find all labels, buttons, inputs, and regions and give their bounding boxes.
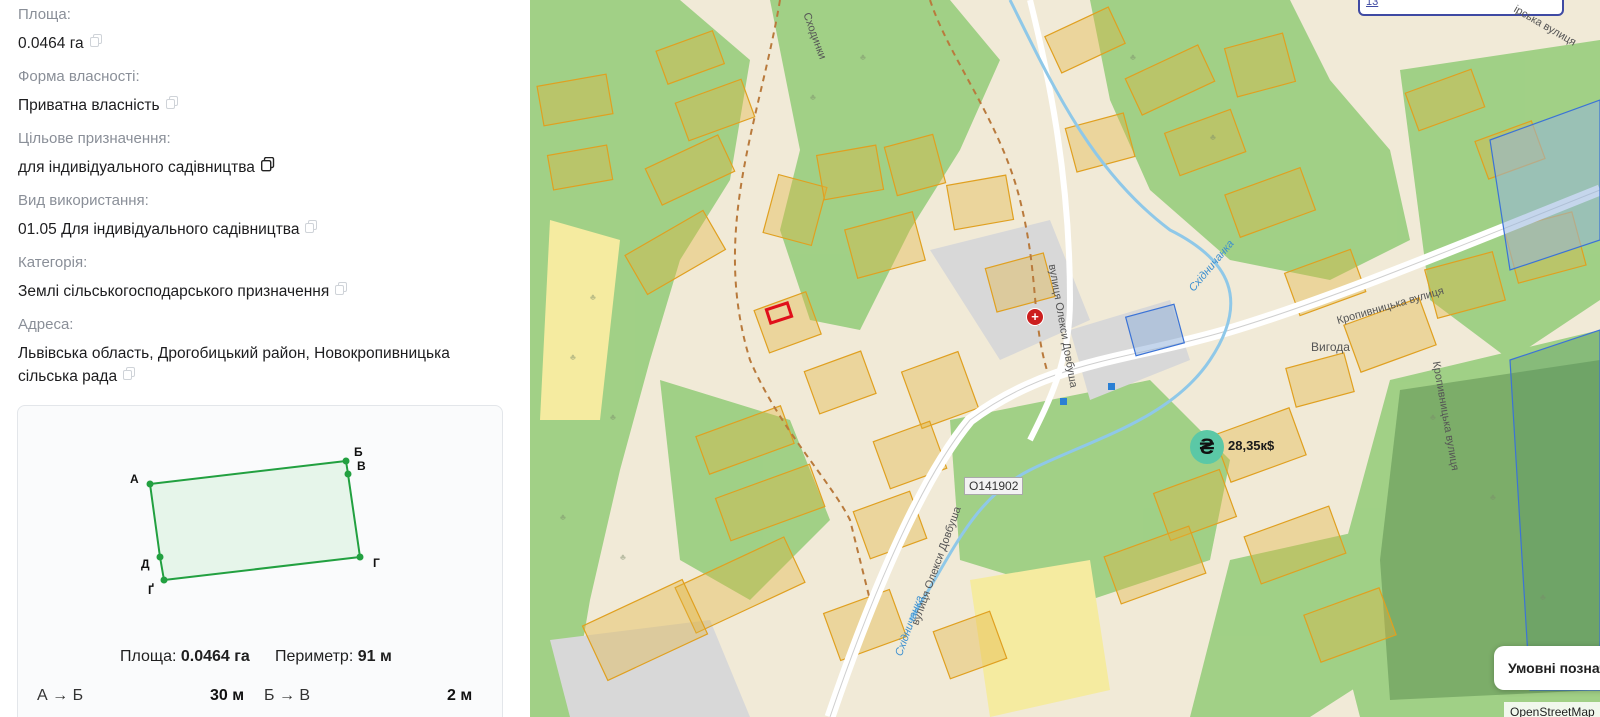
field-label: Цільове призначення: — [18, 130, 171, 147]
vertex-point — [342, 457, 350, 465]
address-field: Адреса: Львівська область, Дрогобицький … — [18, 315, 488, 388]
copy-icon[interactable] — [123, 365, 136, 388]
road-number-badge: O141902 — [964, 477, 1024, 495]
vertex-point — [146, 480, 154, 488]
hryvnia-icon: ₴ — [1190, 430, 1224, 464]
svg-text:♣: ♣ — [1130, 52, 1136, 62]
svg-text:♣: ♣ — [610, 412, 616, 422]
field-value: 01.05 Для індивідуального садівництва — [18, 218, 508, 241]
side-name: А → Б — [37, 687, 84, 704]
svg-text:♣: ♣ — [1490, 492, 1496, 502]
side-length: 2 м — [447, 687, 473, 704]
vertex-label: Г — [373, 556, 380, 570]
copy-icon[interactable] — [165, 94, 179, 117]
usage-field: Вид використання: 01.05 Для індивідуальн… — [18, 191, 508, 241]
svg-text:♣: ♣ — [620, 552, 626, 562]
ownership-field: Форма власності: Приватна власність — [18, 67, 508, 117]
vertex-label: А — [130, 472, 139, 486]
field-value: для індивідуального садівництва — [18, 156, 508, 179]
field-value: Львівська область, Дрогобицький район, Н… — [18, 342, 488, 388]
parcel-info-panel: Площа: 0.0464 га Форма власності: Приват… — [0, 0, 520, 717]
svg-text:♣: ♣ — [560, 512, 566, 522]
medical-poi-icon[interactable]: + — [1026, 308, 1044, 326]
field-value: 0.0464 га — [18, 32, 508, 55]
map-attribution[interactable]: OpenStreetMap — [1504, 702, 1600, 717]
place-label: Вигода — [1311, 340, 1350, 354]
vertex-point — [356, 553, 364, 561]
plot-shape-card: А Б В Г Ґ Д Площа: 0.0464 га Периметр: 9… — [17, 405, 503, 717]
copy-icon[interactable] — [305, 218, 318, 241]
area-stat: Площа: 0.0464 га — [120, 648, 250, 665]
field-value: Землі сільськогосподарського призначення — [18, 280, 508, 303]
field-label: Вид використання: — [18, 192, 149, 209]
field-label: Форма власності: — [18, 68, 140, 85]
perimeter-stat: Периметр: 91 м — [275, 648, 392, 665]
copy-icon[interactable] — [89, 32, 103, 55]
field-label: Категорія: — [18, 254, 88, 271]
svg-text:♣: ♣ — [570, 352, 576, 362]
field-value: Приватна власність — [18, 94, 508, 117]
side-length: 30 м — [210, 687, 245, 704]
purpose-field: Цільове призначення: для індивідуального… — [18, 129, 508, 179]
svg-text:♣: ♣ — [590, 292, 596, 302]
vertex-label: Б — [354, 445, 363, 459]
copy-icon[interactable] — [260, 156, 275, 179]
vertex-point — [156, 553, 164, 561]
category-field: Категорія: Землі сільськогосподарського … — [18, 253, 508, 303]
svg-text:♣: ♣ — [1540, 592, 1546, 602]
field-label: Адреса: — [18, 316, 74, 333]
area-field: Площа: 0.0464 га — [18, 5, 508, 55]
vertex-label: В — [357, 459, 366, 473]
cadastral-map[interactable]: ♣ ♣ ♣ ♣ ♣ ♣ ♣ ♣ ♣ ♣ ♣ ♣ 13 + O141902 Кропивницьк… — [530, 0, 1600, 717]
vertex-point — [344, 470, 352, 478]
svg-text:♣: ♣ — [860, 52, 866, 62]
field-label: Площа: — [18, 6, 71, 23]
svg-text:♣: ♣ — [1210, 132, 1216, 142]
price-text: 28,35к$ — [1228, 438, 1275, 453]
legend-button[interactable]: Умовні позначення — [1494, 646, 1600, 690]
plot-polygon — [148, 459, 362, 582]
vertex-label: Д — [141, 557, 150, 571]
copy-icon[interactable] — [335, 280, 348, 303]
svg-text:♣: ♣ — [810, 92, 816, 102]
svg-text:♣: ♣ — [1430, 412, 1436, 422]
side-name: Б → В — [264, 687, 311, 704]
vertex-point — [160, 576, 168, 584]
vertex-label: Ґ — [148, 582, 154, 597]
plot-shape-diagram: А Б В Г Ґ Д — [130, 445, 380, 597]
